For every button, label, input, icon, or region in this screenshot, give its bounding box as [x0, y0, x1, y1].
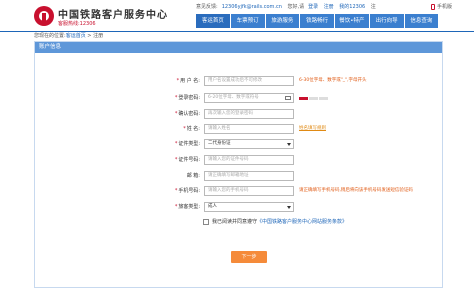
agreement-checkbox[interactable]	[203, 218, 209, 225]
agreement-text: 我已阅读并同意遵守	[212, 219, 258, 225]
username-label: *用 户 名:	[176, 78, 200, 84]
breadcrumb-prefix: 您现在的位置:	[34, 33, 66, 39]
email-input[interactable]: 请正确填写邮箱地址	[204, 171, 294, 181]
keyboard-icon[interactable]	[285, 96, 291, 100]
next-step-button[interactable]: 下一步	[231, 251, 267, 263]
id-number-input[interactable]: 请输入您的证件号码	[204, 155, 294, 165]
lang-link[interactable]: 注	[371, 4, 376, 10]
nav-info[interactable]: 信息查询	[404, 14, 440, 28]
panel-title: 账户信息	[35, 42, 442, 53]
confirm-password-label: *确认密码:	[174, 111, 200, 117]
strength-bar-3	[319, 97, 328, 100]
confirm-password-input[interactable]: 再次输入您的登录密码	[204, 109, 294, 119]
username-input[interactable]: 用户名设置成功后不可修改	[204, 76, 294, 86]
nav-tickets[interactable]: 车票预订	[230, 14, 266, 28]
my12306-link[interactable]: 我的12306	[339, 4, 365, 10]
agreement-row: 我已阅读并同意遵守《中国铁路客户服务中心网站服务条款》	[203, 218, 347, 226]
site-title: 中国铁路客户服务中心	[58, 10, 168, 21]
name-input[interactable]: 请输入姓名	[204, 124, 294, 134]
registration-panel: 账户信息 *用 户 名: 用户名设置成功后不可修改 6-30位字母、数字或"_"…	[34, 41, 443, 288]
breadcrumb-current: 注册	[93, 33, 104, 39]
name-rules-link[interactable]: 姓名填写规则	[299, 124, 326, 134]
passenger-type-label: *旅客类型:	[174, 204, 200, 210]
breadcrumb-sep: >	[87, 33, 92, 39]
top-links: 意见反馈: 12306yjfk@rails.com.cn 您好,请 登录 注册 我的…	[196, 3, 380, 10]
feedback-label: 意见反馈:	[196, 4, 218, 10]
phone-icon	[431, 3, 435, 10]
nav-home[interactable]: 客运首页	[196, 14, 231, 28]
greeting-text: 您好,请	[287, 4, 305, 10]
feedback-email-link[interactable]: 12306yjfk@rails.com.cn	[222, 4, 282, 10]
password-label: *登录密码:	[174, 95, 200, 101]
nav-railway[interactable]: 铁路畅行	[300, 14, 335, 28]
strength-bar-1	[299, 97, 308, 100]
terms-link[interactable]: 《中国铁路客户服务中心网站服务条款》	[257, 219, 347, 225]
hotline-text: 客服热线:12306	[58, 21, 96, 27]
nav-travel[interactable]: 旅游服务	[265, 14, 301, 28]
username-hint: 6-30位字母、数字或"_",字母开头	[299, 78, 367, 83]
mobile-link[interactable]: 手机版	[431, 3, 452, 10]
breadcrumb: 您现在的位置:客运首页 > 注册	[34, 32, 103, 39]
strength-bar-2	[309, 97, 318, 100]
password-placeholder: 6-20位字母、数字或符号	[208, 95, 259, 100]
nav-guide[interactable]: 出行向导	[369, 14, 405, 28]
id-number-label: *证件号码:	[174, 157, 200, 163]
phone-label: *手机号码:	[174, 188, 200, 194]
password-strength-meter	[299, 97, 329, 100]
mobile-label: 手机版	[437, 4, 453, 10]
login-link[interactable]: 登录	[308, 4, 318, 10]
email-label: 邮 箱:	[186, 173, 200, 179]
register-link[interactable]: 注册	[324, 4, 334, 10]
id-type-label: *证件类型:	[174, 141, 200, 147]
password-input[interactable]: 6-20位字母、数字或符号	[204, 93, 294, 103]
main-nav: 客运首页 车票预订 旅游服务 铁路畅行 餐饮•特产 出行向导 信息查询	[196, 14, 474, 28]
nav-food[interactable]: 餐饮•特产	[335, 14, 370, 28]
site-header: 中国铁路客户服务中心 客服热线:12306 意见反馈: 12306yjfk@rai…	[0, 0, 474, 33]
name-label: *姓 名:	[183, 126, 200, 132]
passenger-type-select[interactable]: 成人	[204, 202, 294, 212]
phone-input[interactable]: 请输入您的手机号码	[204, 186, 294, 196]
railway-logo-icon[interactable]	[34, 6, 54, 26]
chevron-down-icon	[287, 206, 291, 209]
chevron-down-icon	[287, 143, 291, 146]
passenger-type-value: 成人	[208, 204, 217, 209]
breadcrumb-home-link[interactable]: 客运首页	[66, 33, 86, 39]
id-type-value: 二代身份证	[208, 141, 231, 146]
phone-hint: 请正确填写手机号码,稍后将向该手机号码发送短信验证码	[299, 188, 413, 193]
id-type-select[interactable]: 二代身份证	[204, 139, 294, 149]
